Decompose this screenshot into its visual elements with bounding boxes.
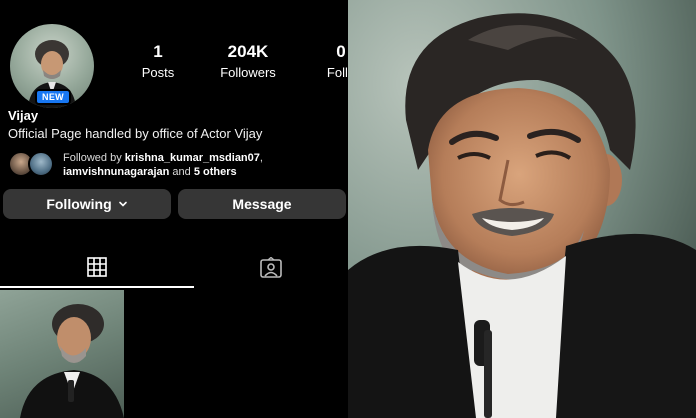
mutual-followers-avatars[interactable]	[8, 151, 56, 177]
following-stat[interactable]: 0 Follo	[306, 42, 348, 82]
followed-by-line-1: Followed by krishna_kumar_msdian07,	[63, 151, 263, 165]
followers-stat[interactable]: 204K Followers	[210, 42, 286, 82]
tab-posts-grid[interactable]	[0, 248, 194, 288]
mutual-avatar	[28, 151, 54, 177]
new-badge: NEW	[35, 89, 71, 105]
message-button-label: Message	[232, 196, 292, 212]
tagged-person-icon	[260, 257, 282, 278]
message-button[interactable]: Message	[178, 189, 346, 219]
followed-by-separator: ,	[259, 152, 263, 164]
post-thumbnail[interactable]	[0, 290, 124, 418]
mutual-user-2[interactable]: iamvishnunagarajan	[63, 166, 169, 178]
posts-stat[interactable]: 1 Posts	[132, 42, 184, 82]
following-button-label: Following	[46, 196, 112, 212]
posts-label: Posts	[141, 65, 175, 80]
profile-avatar-container[interactable]: NEW	[10, 24, 94, 108]
followers-count: 204K	[227, 42, 269, 61]
followed-by-line-2: iamvishnunagarajan and 5 others	[63, 165, 263, 179]
post-image	[20, 304, 124, 418]
followers-label: Followers	[220, 65, 276, 80]
mutual-user-1[interactable]: krishna_kumar_msdian07	[125, 152, 260, 164]
mutual-others[interactable]: 5 others	[194, 166, 237, 178]
chevron-down-icon	[118, 201, 127, 207]
tab-tagged[interactable]	[194, 248, 348, 288]
following-count: 0	[336, 42, 346, 61]
actor-portrait-photo	[348, 0, 696, 418]
instagram-profile-panel: NEW 1 Posts 204K Followers 0 Follo Vijay…	[0, 0, 348, 418]
following-button[interactable]: Following	[3, 189, 171, 219]
portrait-image	[348, 0, 696, 418]
following-label: Follo	[326, 65, 348, 80]
grid-icon	[87, 257, 107, 277]
posts-count: 1	[153, 42, 163, 61]
followed-by-text[interactable]: Followed by krishna_kumar_msdian07, iamv…	[63, 151, 263, 179]
followed-by-middle: and	[169, 166, 194, 178]
followed-by-prefix: Followed by	[63, 152, 125, 164]
profile-bio: Official Page handled by office of Actor…	[8, 126, 263, 141]
profile-name: Vijay	[8, 108, 39, 123]
